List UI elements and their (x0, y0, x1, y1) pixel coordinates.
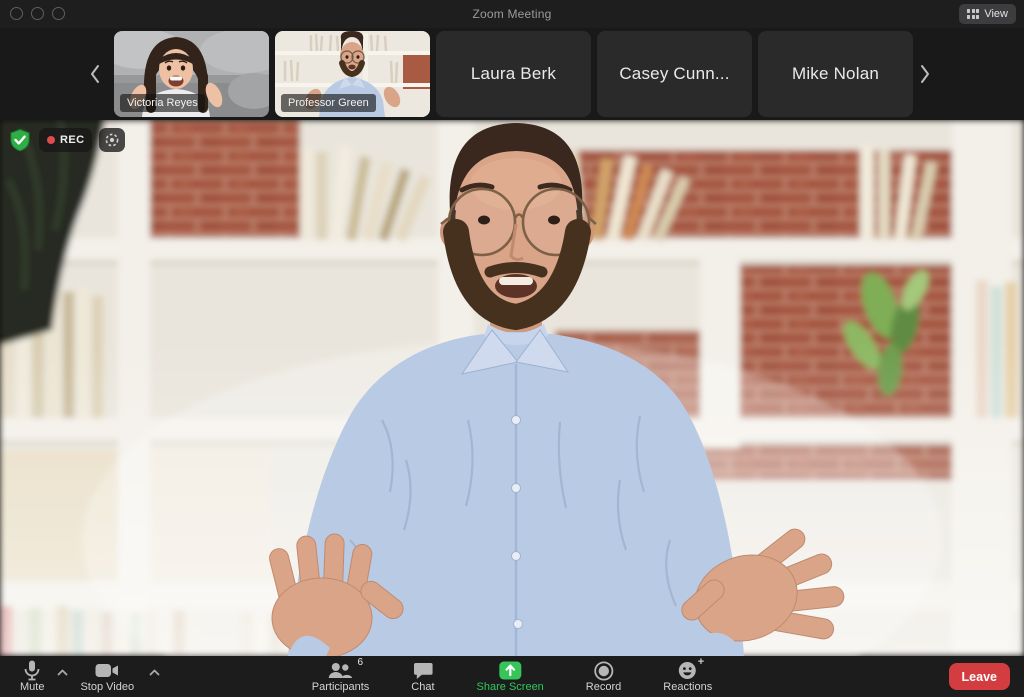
focus-icon (106, 133, 119, 147)
meeting-toolbar: Mute Stop Video 6 Participants Chat Shar… (0, 656, 1024, 697)
zoom-meeting-window: Zoom Meeting View Victoria Reyes Profess… (0, 0, 1024, 697)
participant-name-label: Victoria Reyes (120, 94, 205, 112)
view-button[interactable]: View (959, 4, 1016, 24)
recording-indicator[interactable]: REC (39, 128, 93, 152)
focus-mode-badge[interactable] (99, 128, 126, 152)
participant-tile-casey-cunn[interactable]: Casey Cunn... (597, 31, 752, 117)
chat-bubble-icon (413, 662, 433, 679)
share-screen-icon (499, 661, 522, 680)
reactions-plus-badge: + (697, 656, 705, 668)
window-titlebar: Zoom Meeting View (0, 0, 1024, 28)
participants-button[interactable]: 6 Participants (311, 657, 370, 693)
view-button-label: View (984, 8, 1008, 20)
shield-check-icon (10, 128, 30, 152)
reactions-smiley-icon (679, 662, 697, 679)
mute-label: Mute (20, 681, 45, 693)
video-options-caret[interactable] (149, 663, 160, 681)
record-label: Record (585, 681, 622, 693)
share-screen-label: Share Screen (476, 681, 544, 693)
chat-button[interactable]: Chat (411, 660, 435, 693)
filmstrip-tiles: Victoria Reyes Professor Green Laura Ber… (114, 31, 913, 117)
reactions-label: Reactions (663, 681, 713, 693)
chevron-up-icon (58, 669, 68, 676)
participant-name: Casey Cunn... (619, 64, 730, 83)
reactions-button[interactable]: + Reactions (663, 656, 713, 693)
participant-filmstrip: Victoria Reyes Professor Green Laura Ber… (0, 28, 1024, 120)
toolbar-center-group: 6 Participants Chat Share Screen Record … (311, 656, 713, 693)
participants-label: Participants (311, 681, 370, 693)
recording-label: REC (60, 134, 85, 146)
participants-count-badge: 6 (357, 657, 364, 668)
chevron-up-icon (149, 669, 160, 676)
participant-name-label: Professor Green (281, 94, 376, 112)
chat-label: Chat (411, 681, 435, 693)
chevron-right-icon (921, 65, 929, 83)
toolbar-left-group: Mute Stop Video (20, 660, 160, 693)
share-screen-button[interactable]: Share Screen (477, 660, 544, 693)
participants-icon (329, 662, 353, 678)
participant-name: Laura Berk (470, 64, 557, 83)
stop-video-button[interactable]: Stop Video (80, 660, 160, 693)
minimize-button[interactable] (31, 7, 44, 20)
mute-button[interactable]: Mute (20, 660, 68, 693)
participant-tile-victoria-reyes[interactable]: Victoria Reyes (114, 31, 269, 117)
record-button[interactable]: Record (586, 660, 621, 693)
leave-button[interactable]: Leave (948, 663, 1010, 690)
window-title: Zoom Meeting (472, 7, 552, 21)
main-video-feed (0, 120, 1024, 656)
active-speaker-video: REC (0, 120, 1024, 656)
mute-options-caret[interactable] (57, 663, 68, 681)
meeting-status-badges: REC (8, 128, 126, 152)
participant-name: Mike Nolan (791, 64, 880, 83)
maximize-button[interactable] (52, 7, 65, 20)
participant-tile-laura-berk[interactable]: Laura Berk (436, 31, 591, 117)
traffic-lights (10, 7, 65, 20)
microphone-icon (24, 660, 40, 681)
participant-tile-mike-nolan[interactable]: Mike Nolan (758, 31, 913, 117)
view-layout-icon (967, 9, 980, 19)
video-camera-icon (95, 664, 119, 677)
chevron-left-icon (91, 65, 99, 83)
close-button[interactable] (10, 7, 23, 20)
filmstrip-next-button[interactable] (912, 28, 938, 120)
record-dot-icon (47, 136, 55, 144)
record-icon (594, 660, 614, 681)
filmstrip-prev-button[interactable] (82, 28, 108, 120)
stop-video-label: Stop Video (80, 681, 135, 693)
encryption-badge[interactable] (8, 128, 32, 152)
participant-tile-professor-green[interactable]: Professor Green (275, 31, 430, 117)
